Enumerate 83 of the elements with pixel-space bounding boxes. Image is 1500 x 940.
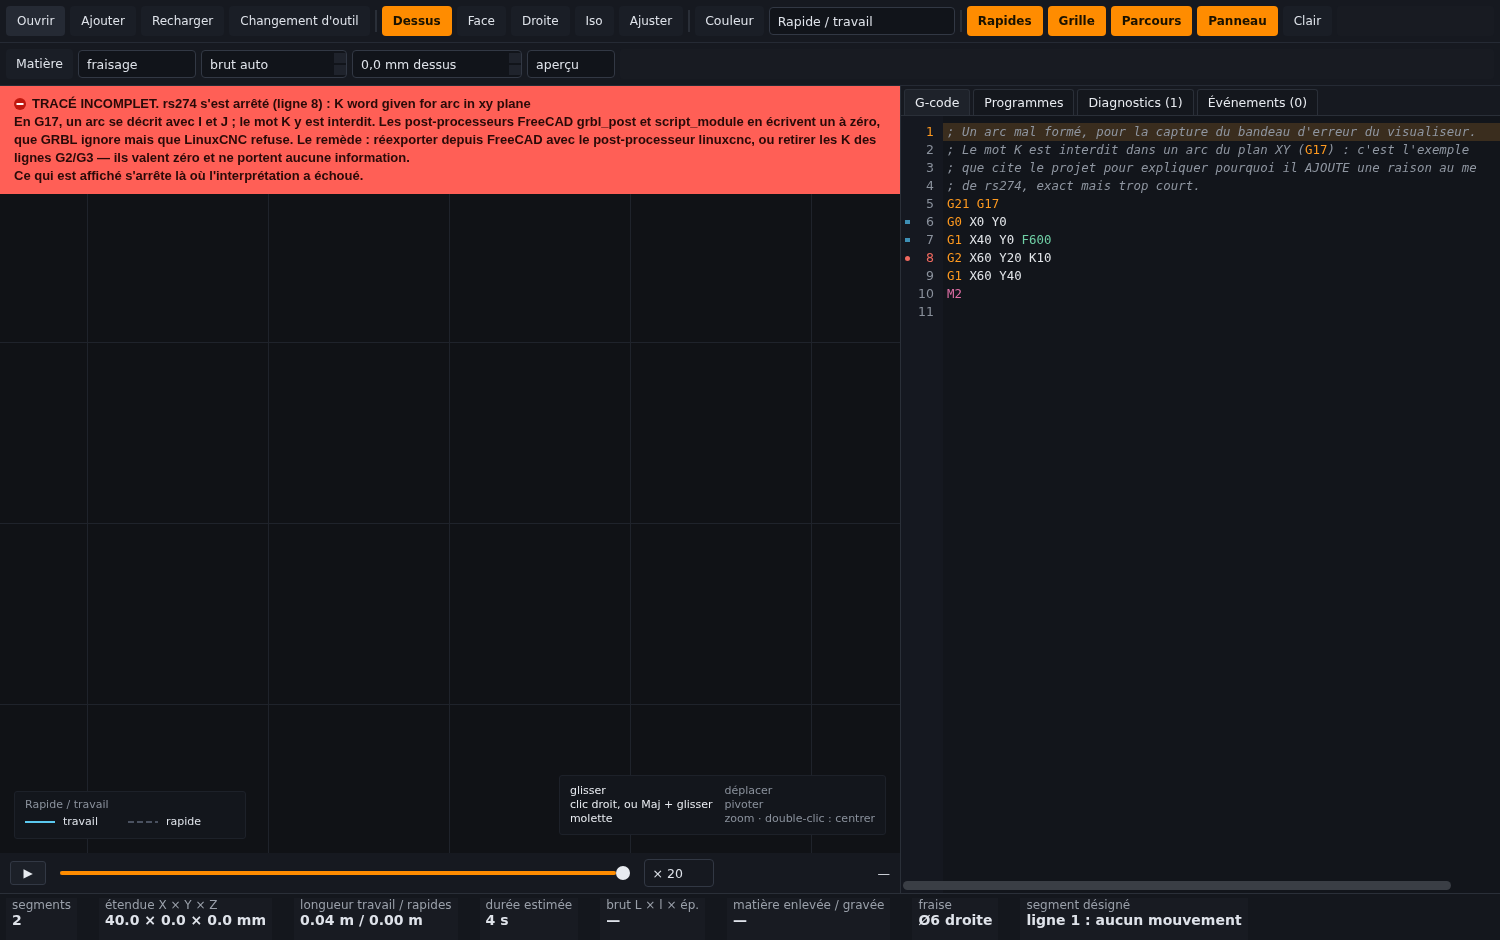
status-value: 0.04 m / 0.00 m: [300, 912, 424, 928]
status-label: matière enlevée / gravée: [733, 898, 885, 912]
panel-tab[interactable]: G-code: [904, 89, 971, 115]
hint-effect: zoom · double-clic : centrer: [724, 812, 875, 826]
collapse-button[interactable]: —: [877, 865, 890, 881]
code-line: G0 X0 Y0: [946, 213, 1008, 231]
text-field[interactable]: fraisage: [78, 50, 197, 78]
text-field[interactable]: aperçu: [527, 50, 616, 78]
spin-field[interactable]: 0,0 mm dessus: [352, 50, 523, 78]
code-line: G1 X40 Y0 F600: [946, 231, 1053, 249]
line-number: 9: [925, 267, 935, 285]
status-value: —: [606, 912, 622, 928]
color-label: Couleur: [695, 6, 764, 36]
toolbar-button[interactable]: Ajouter: [70, 6, 136, 36]
toggle-button[interactable]: Parcours: [1110, 6, 1193, 36]
line-number: 2: [925, 141, 935, 159]
line-number: 4: [925, 177, 935, 195]
error-note: Ce qui est affiché s'arrête là où l'interprétation a échoué.: [14, 167, 365, 185]
toolbar-button[interactable]: Recharger: [140, 6, 225, 36]
hint-action: glisser: [569, 784, 607, 798]
panel-tab[interactable]: Événements (0): [1196, 89, 1319, 115]
status-value: 40.0 × 0.0 × 0.0 mm: [104, 912, 267, 928]
code-line: G21 G17: [946, 195, 1001, 213]
status-label: étendue X × Y × Z: [104, 898, 219, 912]
hint-action: molette: [569, 812, 614, 826]
toolbar-button[interactable]: Ouvrir: [6, 6, 66, 36]
status-label: segment désigné: [1026, 898, 1132, 912]
speed-field[interactable]: × 20: [643, 859, 714, 887]
code-line: ; que cite le projet pour expliquer pourquoi il AJOUTE une raison au me: [946, 159, 1478, 177]
line-number: 10: [917, 285, 935, 303]
line-number: 8: [901, 249, 943, 267]
status-label: brut L × l × ép.: [606, 898, 700, 912]
legend-label: rapide: [165, 815, 201, 828]
line-number: 6: [901, 213, 943, 231]
status-label: segments: [12, 898, 71, 912]
status-value: 2: [12, 912, 23, 928]
toolpath-viewport[interactable]: Rapide / travail travail rapide glisser déplacer clic droit, ou Maj + glisser pivoter molette zoom · double-clic : centrer: [0, 194, 900, 853]
panel-tab[interactable]: Diagnostics (1): [1077, 89, 1194, 115]
error-icon: [14, 98, 26, 110]
fit-button[interactable]: Ajuster: [618, 6, 684, 36]
color-mode-field[interactable]: Rapide / travail: [768, 7, 955, 35]
line-number: 3: [925, 159, 935, 177]
code-line: M2: [946, 285, 963, 303]
line-number: 11: [917, 303, 935, 321]
toggle-button[interactable]: Grille: [1047, 6, 1106, 36]
error-dot-icon: [905, 256, 910, 261]
line-number: 7: [901, 231, 943, 249]
status-value: Ø6 droite: [918, 912, 993, 928]
material-label: Matière: [6, 49, 74, 79]
view-button[interactable]: Droite: [510, 6, 570, 36]
error-message: En G17, un arc se décrit avec I et J ; le mot K y est interdit. Les post-processeurs FreeCAD grbl_post et script_module en écrivent un à zéro, que GRBL ignore mais que LinuxCNC refuse. Le remède : réexporter depuis FreeCAD avec le post-processeur linuxcnc, ou retirer les K des lignes G2/G3 — ils valent zéro et ne portent aucune information.: [14, 113, 882, 167]
horizontal-scrollbar[interactable]: [903, 881, 1451, 890]
line-number: 1: [925, 123, 935, 141]
hint-effect: déplacer: [724, 784, 774, 798]
status-value: 4 s: [485, 912, 510, 928]
code-line: G1 X60 Y40: [946, 267, 1023, 285]
legend-title: Rapide / travail: [25, 798, 110, 811]
toolbar-button[interactable]: Changement d'outil: [229, 6, 370, 36]
code-line: ; Le mot K est interdit dans un arc du plan XY (G17) : c'est l'exemple: [946, 141, 1471, 159]
play-button[interactable]: ▶: [10, 861, 46, 885]
step-mark-icon: [905, 238, 910, 242]
step-mark-icon: [905, 220, 910, 224]
line-number: 5: [925, 195, 935, 213]
slider-thumb[interactable]: [615, 866, 630, 880]
panel-tab[interactable]: Programmes: [973, 89, 1075, 115]
view-button[interactable]: Face: [456, 6, 506, 36]
view-button[interactable]: Dessus: [381, 6, 452, 36]
status-label: longueur travail / rapides: [300, 898, 452, 912]
legend-label: travail: [63, 815, 98, 828]
code-line: G2 X60 Y20 K10: [946, 249, 1053, 267]
toggle-button[interactable]: Panneau: [1197, 6, 1278, 36]
error-title: TRACÉ INCOMPLET. rs274 s'est arrêté (ligne 8) : K word given for arc in xy plane: [32, 95, 531, 113]
status-label: durée estimée: [485, 898, 573, 912]
status-value: ligne 1 : aucun mouvement: [1026, 912, 1242, 928]
code-line: ; de rs274, exact mais trop court.: [946, 177, 1202, 195]
status-value: —: [733, 912, 749, 928]
hint-action: clic droit, ou Maj + glisser: [569, 798, 713, 812]
view-button[interactable]: Iso: [574, 6, 614, 36]
toggle-button[interactable]: Rapides: [966, 6, 1043, 36]
toggle-button[interactable]: Clair: [1282, 6, 1333, 36]
status-label: fraise: [918, 898, 953, 912]
hint-effect: pivoter: [724, 798, 765, 812]
spin-field[interactable]: brut auto: [201, 50, 348, 78]
